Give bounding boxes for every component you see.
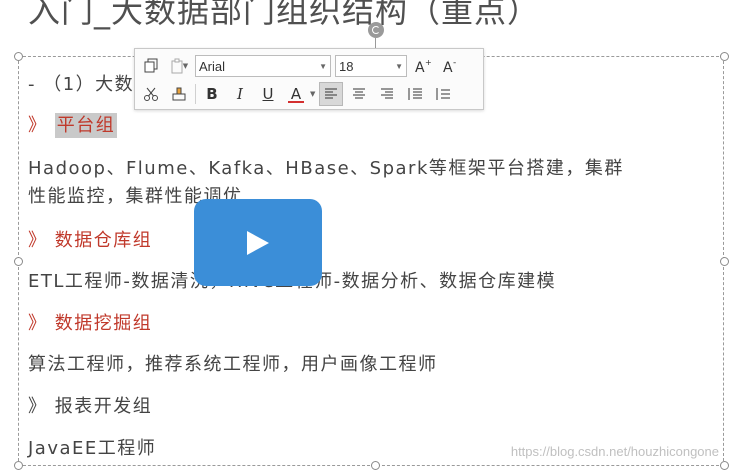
text-line[interactable]: 算法工程师，推荐系统工程师，用户画像工程师: [28, 350, 438, 376]
paste-icon[interactable]: ▼: [167, 54, 191, 78]
toolbar-row-2: B I U A ▼: [139, 81, 455, 107]
section-title: 数据仓库组: [54, 230, 153, 251]
cut-icon[interactable]: [139, 82, 163, 106]
section-marker: 》: [28, 230, 48, 251]
svg-text:+: +: [425, 58, 432, 67]
copy-icon[interactable]: [139, 54, 163, 78]
align-right-icon[interactable]: [375, 82, 399, 106]
chevron-down-icon: ▼: [319, 61, 327, 71]
decrease-font-size-icon[interactable]: A-: [439, 54, 463, 78]
section-platform[interactable]: 》 平台组: [28, 111, 118, 138]
chevron-down-icon: ▼: [182, 62, 189, 70]
section-data-mining[interactable]: 》 数据挖掘组: [28, 309, 152, 335]
bold-icon[interactable]: B: [200, 82, 224, 106]
svg-text:-: -: [453, 58, 456, 68]
underline-icon[interactable]: U: [256, 82, 280, 106]
chevron-down-icon: ▼: [395, 61, 403, 71]
line-spacing-icon[interactable]: [403, 82, 427, 106]
watermark: https://blog.csdn.net/houzhicongone: [510, 444, 719, 459]
chevron-down-icon[interactable]: ▼: [310, 90, 315, 98]
floating-format-toolbar: ▼ Arial ▼ 18 ▼ A + A- B I U A ▼: [134, 48, 484, 110]
font-name-select[interactable]: Arial ▼: [195, 55, 331, 77]
section-marker: 》: [28, 396, 48, 417]
resize-handle-bottom-left[interactable]: [14, 461, 23, 470]
resize-handle-top-right[interactable]: [720, 52, 729, 61]
section-marker: 》: [28, 313, 48, 334]
resize-handle-middle-left[interactable]: [14, 257, 23, 266]
slide-title: 入门_大数据部门组织结构（重点）: [28, 0, 541, 30]
section-marker: 》: [28, 115, 48, 136]
font-color-swatch: [288, 101, 304, 103]
align-center-icon[interactable]: [347, 82, 371, 106]
rotate-handle[interactable]: [368, 22, 384, 38]
resize-handle-bottom-center[interactable]: [371, 461, 380, 470]
section-title: 数据挖掘组: [54, 313, 153, 334]
font-color-icon[interactable]: A: [284, 82, 308, 106]
selected-text[interactable]: 平台组: [54, 113, 118, 138]
section-report-dev[interactable]: 》 报表开发组: [28, 392, 152, 418]
align-left-icon[interactable]: [319, 82, 344, 106]
svg-text:A: A: [443, 60, 453, 74]
font-size-value: 18: [339, 58, 354, 74]
section-data-warehouse[interactable]: 》 数据仓库组: [28, 226, 152, 252]
format-painter-icon[interactable]: [167, 82, 191, 106]
font-size-select[interactable]: 18 ▼: [335, 55, 407, 77]
toolbar-divider: [195, 84, 196, 104]
svg-text:A: A: [415, 60, 425, 74]
font-name-value: Arial: [199, 58, 226, 74]
section-title: 报表开发组: [54, 396, 153, 417]
resize-handle-top-left[interactable]: [14, 52, 23, 61]
play-icon: [247, 230, 269, 255]
resize-handle-middle-right[interactable]: [720, 257, 729, 266]
italic-icon[interactable]: I: [228, 82, 252, 106]
resize-handle-bottom-right[interactable]: [720, 461, 729, 470]
toolbar-row-1: ▼ Arial ▼ 18 ▼ A + A-: [139, 53, 463, 79]
increase-font-size-icon[interactable]: A +: [411, 54, 435, 78]
text-line[interactable]: JavaEE工程师: [28, 434, 156, 460]
paragraph-spacing-icon[interactable]: [431, 82, 455, 106]
text-line[interactable]: Hadoop、Flume、Kafka、HBase、Spark等框架平台搭建，集群: [28, 154, 624, 180]
play-button[interactable]: [194, 199, 322, 286]
